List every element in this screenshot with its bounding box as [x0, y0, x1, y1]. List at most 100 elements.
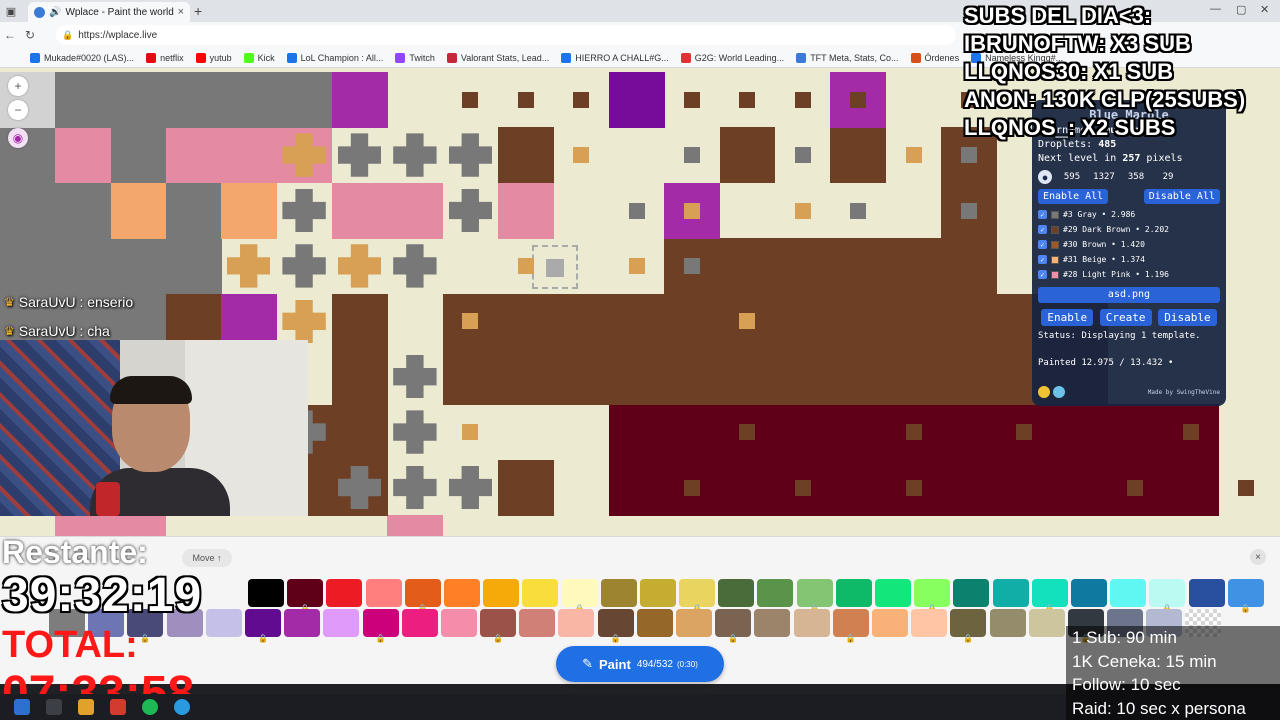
- color-swatch[interactable]: [284, 609, 321, 637]
- bookmark-item[interactable]: yutub: [195, 52, 232, 63]
- browser-tab[interactable]: 🔊 Wplace - Paint the world ×: [28, 2, 190, 22]
- coord-pixel-y[interactable]: 29: [1154, 172, 1182, 182]
- color-swatch[interactable]: 🔒: [244, 609, 281, 643]
- color-swatch[interactable]: [326, 579, 363, 607]
- bookmark-item[interactable]: Kick: [243, 52, 275, 63]
- color-swatch[interactable]: 🔒: [561, 579, 598, 613]
- back-icon[interactable]: ←: [0, 28, 20, 42]
- checkbox-icon[interactable]: ✓: [1038, 225, 1047, 234]
- color-swatch[interactable]: 🔒: [480, 609, 517, 643]
- coord-tile-y[interactable]: 1327: [1090, 172, 1118, 182]
- color-swatch[interactable]: [443, 579, 480, 607]
- enable-button[interactable]: Enable: [1041, 309, 1094, 326]
- spotify-icon[interactable]: [142, 699, 158, 715]
- zoom-out-button[interactable]: −: [8, 100, 28, 120]
- color-swatch[interactable]: [793, 609, 830, 637]
- color-swatch[interactable]: 🔒: [796, 579, 833, 613]
- color-swatch[interactable]: [323, 609, 360, 637]
- color-swatch[interactable]: [1110, 579, 1147, 607]
- app-icon[interactable]: [110, 699, 126, 715]
- bookmark-item[interactable]: G2G: World Leading...: [680, 52, 784, 63]
- pin-icon[interactable]: ●: [1038, 170, 1052, 184]
- checkbox-icon[interactable]: ✓: [1038, 240, 1047, 249]
- disable-button[interactable]: Disable: [1158, 309, 1217, 326]
- color-swatch[interactable]: [718, 579, 755, 607]
- url-field[interactable]: 🔒 https://wplace.live: [56, 25, 956, 45]
- enable-all-button[interactable]: Enable All: [1038, 189, 1109, 204]
- search-icon[interactable]: [46, 699, 62, 715]
- color-swatch[interactable]: 🔒: [1227, 579, 1264, 613]
- color-swatch[interactable]: [875, 579, 911, 607]
- color-filter-item[interactable]: ✓ #28 Light Pink • 1.196: [1038, 267, 1220, 282]
- color-filter-item[interactable]: ✓ #30 Brown • 1.420: [1038, 237, 1220, 252]
- color-swatch[interactable]: 🔒: [287, 579, 324, 613]
- disable-all-button[interactable]: Disable All: [1143, 189, 1220, 204]
- checkbox-icon[interactable]: ✓: [1038, 270, 1047, 279]
- color-swatch[interactable]: [522, 579, 559, 607]
- site-info-icon[interactable]: 🔒: [62, 30, 73, 41]
- color-swatch[interactable]: [953, 579, 990, 607]
- color-swatch[interactable]: 🔒: [1149, 579, 1186, 613]
- bee-icon[interactable]: [1038, 386, 1050, 398]
- template-file[interactable]: asd.png: [1038, 287, 1220, 303]
- checkbox-icon[interactable]: ✓: [1038, 255, 1047, 264]
- color-swatch[interactable]: 🔒: [914, 579, 951, 613]
- color-swatch[interactable]: [992, 579, 1029, 607]
- color-swatch[interactable]: [483, 579, 520, 607]
- bookmark-item[interactable]: TFT Meta, Stats, Co...: [796, 52, 899, 63]
- color-filter-item[interactable]: ✓ #31 Beige • 1.374: [1038, 252, 1220, 267]
- color-swatch[interactable]: [757, 579, 794, 607]
- sidebar-toggle-icon[interactable]: ▣: [0, 0, 22, 22]
- color-swatch[interactable]: 🔒: [679, 579, 716, 613]
- color-swatch[interactable]: [600, 579, 637, 607]
- color-swatch[interactable]: [401, 609, 438, 637]
- color-swatch[interactable]: [248, 579, 284, 607]
- edge-icon[interactable]: [174, 699, 190, 715]
- color-swatch[interactable]: 🔒: [1031, 579, 1068, 613]
- bookmark-item[interactable]: Órdenes: [910, 52, 959, 63]
- bookmark-item[interactable]: Valorant Stats, Lead...: [446, 52, 549, 63]
- color-swatch[interactable]: [639, 579, 676, 607]
- color-swatch[interactable]: [365, 579, 402, 607]
- template-toggle-icon[interactable]: ◉: [8, 128, 28, 148]
- bookmark-item[interactable]: HIERRO A CHALL#G...: [561, 52, 669, 63]
- bookmark-item[interactable]: Mukade#0020 (LAS)...: [30, 52, 134, 63]
- color-filter-list[interactable]: ✓ #3 Gray • 2.986 ✓ #29 Dark Brown • 2.202 ✓…: [1038, 207, 1220, 283]
- color-swatch[interactable]: [636, 609, 673, 637]
- new-tab-button[interactable]: +: [194, 3, 202, 19]
- color-swatch[interactable]: [519, 609, 556, 637]
- color-swatch[interactable]: [1188, 579, 1225, 607]
- color-swatch[interactable]: 🔒: [715, 609, 752, 643]
- color-swatch[interactable]: 🔒: [362, 609, 399, 643]
- color-filter-item[interactable]: ✓ #3 Gray • 2.986: [1038, 207, 1220, 222]
- color-swatch[interactable]: [440, 609, 477, 637]
- color-swatch[interactable]: [558, 609, 595, 637]
- globe-icon[interactable]: [1053, 386, 1065, 398]
- create-button[interactable]: Create: [1099, 309, 1152, 326]
- color-swatch[interactable]: 🔒: [950, 609, 987, 643]
- bookmark-item[interactable]: netflix: [146, 52, 184, 63]
- color-swatch[interactable]: [911, 609, 948, 637]
- reload-icon[interactable]: ↻: [20, 28, 40, 42]
- color-swatch[interactable]: [989, 609, 1026, 637]
- bookmark-item[interactable]: Twitch: [395, 52, 435, 63]
- color-swatch[interactable]: [1028, 609, 1065, 637]
- start-icon[interactable]: [14, 699, 30, 715]
- move-button[interactable]: Move ↑: [182, 549, 232, 567]
- color-swatch[interactable]: [754, 609, 791, 637]
- checkbox-icon[interactable]: ✓: [1038, 210, 1047, 219]
- color-swatch[interactable]: [676, 609, 712, 637]
- color-swatch[interactable]: [835, 579, 872, 607]
- color-swatch[interactable]: 🔒: [832, 609, 869, 643]
- color-filter-item[interactable]: ✓ #29 Dark Brown • 2.202: [1038, 222, 1220, 237]
- bookmark-item[interactable]: LoL Champion : All...: [286, 52, 383, 63]
- speaker-icon[interactable]: 🔊: [49, 7, 61, 18]
- folder-icon[interactable]: [78, 699, 94, 715]
- close-palette-button[interactable]: ×: [1250, 549, 1266, 565]
- close-tab-icon[interactable]: ×: [178, 6, 184, 18]
- coord-tile-x[interactable]: 595: [1058, 172, 1086, 182]
- color-swatch[interactable]: 🔒: [404, 579, 441, 613]
- color-swatch[interactable]: 🔒: [597, 609, 634, 643]
- color-swatch[interactable]: [1070, 579, 1107, 607]
- zoom-in-button[interactable]: +: [8, 76, 28, 96]
